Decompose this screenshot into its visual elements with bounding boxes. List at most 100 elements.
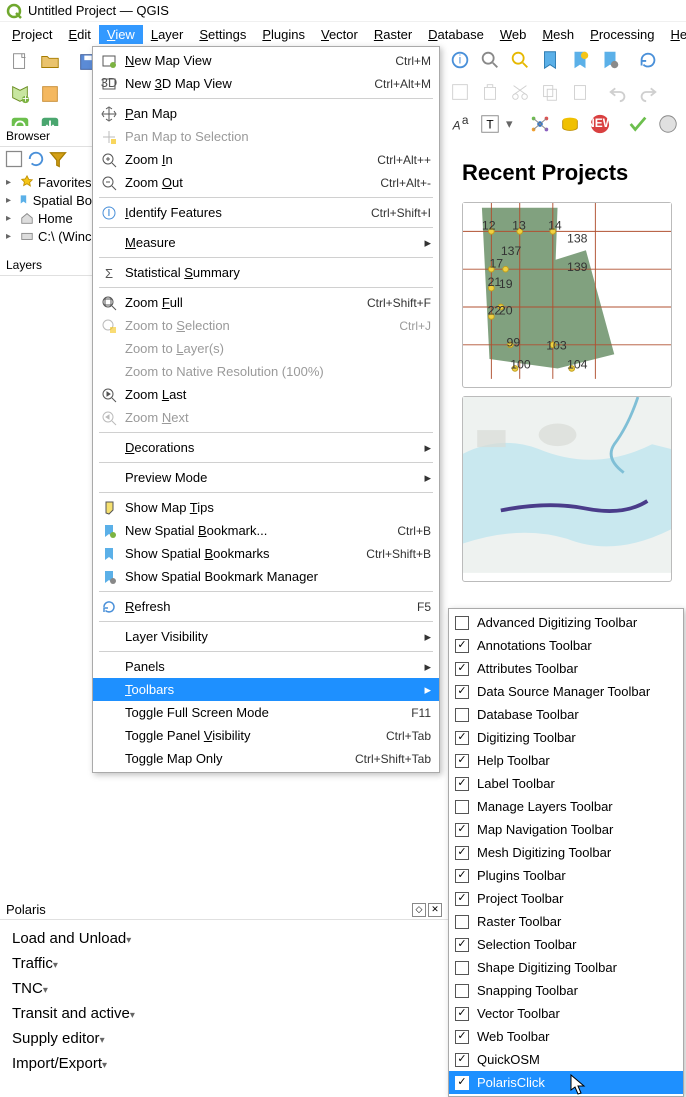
toolbar-toggle[interactable]: ✓Help Toolbar [449, 749, 683, 772]
menu-item[interactable]: Toggle Map OnlyCtrl+Shift+Tab [93, 747, 439, 770]
add-icon[interactable] [4, 149, 24, 169]
toolbar-toggle[interactable]: Snapping Toolbar [449, 979, 683, 1002]
menu-item[interactable]: 3DNew 3D Map ViewCtrl+Alt+M [93, 72, 439, 95]
browser-item[interactable]: ▸Spatial Bo [0, 191, 92, 209]
new-project-icon[interactable] [6, 48, 34, 76]
menu-item[interactable]: Toolbars▸ [93, 678, 439, 701]
view-menu-dropdown[interactable]: New Map ViewCtrl+M3DNew 3D Map ViewCtrl+… [92, 46, 440, 773]
menu-item[interactable]: Zoom OutCtrl+Alt+- [93, 171, 439, 194]
paste-icon[interactable] [566, 78, 594, 106]
open-project-icon[interactable] [36, 48, 64, 76]
menu-settings[interactable]: Settings [191, 25, 254, 44]
panel-undock-icon[interactable]: ◇ [412, 903, 426, 917]
undo-icon[interactable] [604, 78, 632, 106]
menu-item[interactable]: Measure▸ [93, 231, 439, 254]
menu-item[interactable]: RefreshF5 [93, 595, 439, 618]
menu-item[interactable]: New Spatial Bookmark...Ctrl+B [93, 519, 439, 542]
menu-item[interactable]: Decorations▸ [93, 436, 439, 459]
filter-browser-icon[interactable] [48, 149, 68, 169]
blank-icon [99, 468, 119, 488]
svg-text:100: 100 [510, 357, 531, 371]
edit-icon[interactable] [446, 78, 474, 106]
toolbar-toggle[interactable]: ✓Data Source Manager Toolbar [449, 680, 683, 703]
menu-item[interactable]: Panels▸ [93, 655, 439, 678]
toolbar-toggle[interactable]: Database Toolbar [449, 703, 683, 726]
browser-item[interactable]: ▸Home [0, 209, 92, 227]
recent-project-thumb-1[interactable]: 121314138 13713917 21192220 99103100104 [462, 202, 672, 388]
menu-item[interactable]: Zoom FullCtrl+Shift+F [93, 291, 439, 314]
bookmark-star-icon[interactable] [566, 46, 594, 74]
menu-mesh[interactable]: Mesh [534, 25, 582, 44]
toolbar-toggle[interactable]: ✓QuickOSM [449, 1048, 683, 1071]
toolbar-toggle[interactable]: Raster Toolbar [449, 910, 683, 933]
toolbar-toggle[interactable]: ✓Attributes Toolbar [449, 657, 683, 680]
menu-processing[interactable]: Processing [582, 25, 662, 44]
polaris-link[interactable]: TNC▾ [12, 976, 436, 1001]
menu-vector[interactable]: Vector [313, 25, 366, 44]
delete-icon[interactable] [476, 78, 504, 106]
zoom-sel-icon[interactable] [506, 46, 534, 74]
toolbar-toggle[interactable]: ✓PolarisClick [449, 1071, 683, 1094]
menu-view[interactable]: View [99, 25, 143, 44]
add-vector-icon[interactable]: + [6, 80, 34, 108]
identify-icon[interactable]: i [446, 46, 474, 74]
menu-edit[interactable]: Edit [60, 25, 98, 44]
menu-item[interactable]: Show Spatial Bookmark Manager [93, 565, 439, 588]
menu-help[interactable]: Help [662, 25, 686, 44]
browser-tree[interactable]: ▸Favorites▸Spatial Bo▸Home▸C:\ (Winc [0, 171, 92, 247]
toolbar-toggle[interactable]: ✓Mesh Digitizing Toolbar [449, 841, 683, 864]
blank-icon [99, 362, 119, 382]
cut-icon[interactable] [506, 78, 534, 106]
menu-item[interactable]: Pan Map [93, 102, 439, 125]
menu-web[interactable]: Web [492, 25, 535, 44]
polaris-link[interactable]: Load and Unload▾ [12, 926, 436, 951]
toolbar-toggle[interactable]: ✓Project Toolbar [449, 887, 683, 910]
menu-item[interactable]: Show Spatial BookmarksCtrl+Shift+B [93, 542, 439, 565]
menu-item[interactable]: Toggle Full Screen ModeF11 [93, 701, 439, 724]
browser-item[interactable]: ▸Favorites [0, 173, 92, 191]
menu-item[interactable]: ΣStatistical Summary [93, 261, 439, 284]
toolbar-toggle[interactable]: ✓Label Toolbar [449, 772, 683, 795]
add-raster-icon[interactable] [36, 80, 64, 108]
menu-item[interactable]: Layer Visibility▸ [93, 625, 439, 648]
refresh-browser-icon[interactable] [26, 149, 46, 169]
toolbar-toggle[interactable]: ✓Annotations Toolbar [449, 634, 683, 657]
panel-close-icon[interactable]: ✕ [428, 903, 442, 917]
copy-icon[interactable] [536, 78, 564, 106]
polaris-link[interactable]: Transit and active▾ [12, 1001, 436, 1026]
toolbar-toggle[interactable]: Shape Digitizing Toolbar [449, 956, 683, 979]
menu-item[interactable]: Toggle Panel VisibilityCtrl+Tab [93, 724, 439, 747]
toolbar-toggle[interactable]: Advanced Digitizing Toolbar [449, 611, 683, 634]
toolbar-toggle[interactable]: ✓Vector Toolbar [449, 1002, 683, 1025]
blank-icon [99, 680, 119, 700]
menu-item[interactable]: Zoom InCtrl+Alt++ [93, 148, 439, 171]
menu-item[interactable]: iIdentify FeaturesCtrl+Shift+I [93, 201, 439, 224]
toolbar-toggle[interactable]: ✓Digitizing Toolbar [449, 726, 683, 749]
menu-item[interactable]: Preview Mode▸ [93, 466, 439, 489]
menu-project[interactable]: Project [4, 25, 60, 44]
bookmark-gear-icon[interactable] [596, 46, 624, 74]
refresh-icon[interactable] [634, 46, 662, 74]
polaris-link[interactable]: Import/Export▾ [12, 1051, 436, 1076]
menu-layer[interactable]: Layer [143, 25, 192, 44]
toolbar-toggle[interactable]: ✓Web Toolbar [449, 1025, 683, 1048]
menu-item[interactable]: Show Map Tips [93, 496, 439, 519]
menu-item[interactable]: Zoom Last [93, 383, 439, 406]
toolbar-toggle[interactable]: Manage Layers Toolbar [449, 795, 683, 818]
polaris-link[interactable]: Supply editor▾ [12, 1026, 436, 1051]
toolbar-toggle[interactable]: ✓Selection Toolbar [449, 933, 683, 956]
checkbox-icon: ✓ [455, 938, 469, 952]
toolbar-toggle[interactable]: ✓Map Navigation Toolbar [449, 818, 683, 841]
menu-raster[interactable]: Raster [366, 25, 420, 44]
toolbar-toggle[interactable]: ✓Plugins Toolbar [449, 864, 683, 887]
polaris-link[interactable]: Traffic▾ [12, 951, 436, 976]
browser-item[interactable]: ▸C:\ (Winc [0, 227, 92, 245]
redo-icon[interactable] [634, 78, 662, 106]
menu-database[interactable]: Database [420, 25, 492, 44]
menu-plugins[interactable]: Plugins [254, 25, 313, 44]
toolbars-submenu[interactable]: Advanced Digitizing Toolbar✓Annotations … [448, 608, 684, 1097]
new-bookmark-icon[interactable] [536, 46, 564, 74]
zoom-icon[interactable] [476, 46, 504, 74]
recent-project-thumb-2[interactable] [462, 396, 672, 582]
menu-item[interactable]: New Map ViewCtrl+M [93, 49, 439, 72]
